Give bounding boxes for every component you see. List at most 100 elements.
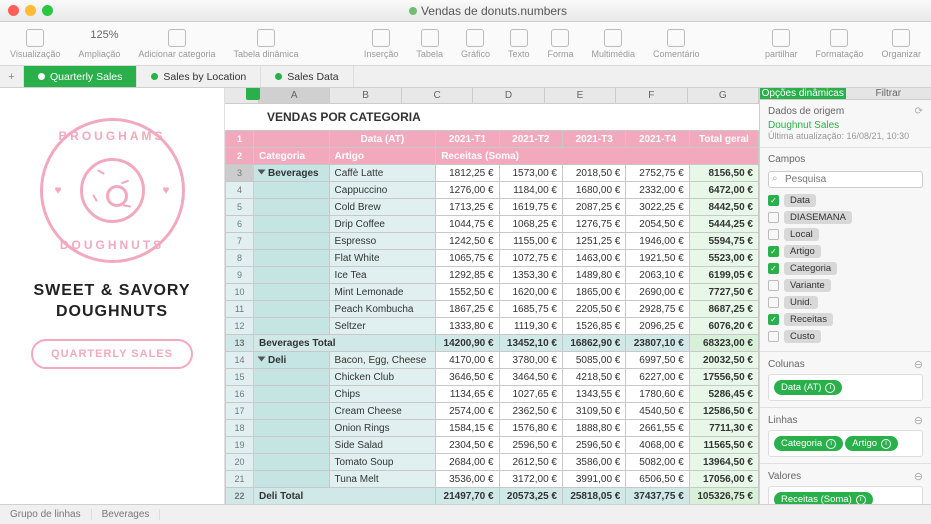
checkbox[interactable]	[768, 297, 779, 308]
column-header[interactable]: B	[330, 88, 401, 103]
info-icon[interactable]: i	[826, 439, 836, 449]
column-header[interactable]: E	[545, 88, 616, 103]
field-pill[interactable]: Custo	[784, 330, 821, 343]
row-number[interactable]: 7	[226, 233, 254, 250]
field-row[interactable]: Custo	[768, 328, 923, 345]
row-number[interactable]: 22	[226, 488, 254, 505]
add-sheet-button[interactable]: +	[0, 66, 24, 87]
table-row[interactable]: 6Drip Coffee1044,75 €1068,25 €1276,75 €2…	[226, 216, 759, 233]
insert-button[interactable]: Inserção	[364, 29, 399, 59]
info-icon[interactable]: i	[856, 495, 866, 505]
info-icon[interactable]: i	[825, 383, 835, 393]
add-category-button[interactable]: Adicionar categoria	[138, 29, 215, 59]
field-chip[interactable]: Artigo i	[845, 436, 898, 451]
row-number[interactable]: 12	[226, 318, 254, 335]
organize-button[interactable]: Organizar	[881, 29, 921, 59]
row-number[interactable]: 3	[226, 165, 254, 182]
checkbox[interactable]	[768, 212, 779, 223]
minimize-icon[interactable]	[25, 5, 36, 16]
checkbox[interactable]: ✓	[768, 246, 779, 257]
row-number[interactable]: 20	[226, 454, 254, 471]
field-row[interactable]: ✓ Categoria	[768, 260, 923, 277]
tab-filter[interactable]: Filtrar	[846, 88, 931, 100]
select-all-corner[interactable]	[225, 88, 259, 103]
table-row[interactable]: 16Chips1134,65 €1027,65 €1343,55 €1780,6…	[226, 386, 759, 403]
field-row[interactable]: ✓ Artigo	[768, 243, 923, 260]
source-link[interactable]: Doughnut Sales	[768, 120, 923, 131]
shape-button[interactable]: Forma	[547, 29, 573, 59]
row-number[interactable]: 17	[226, 403, 254, 420]
row-number[interactable]: 6	[226, 216, 254, 233]
row-number[interactable]: 11	[226, 301, 254, 318]
zoom-icon[interactable]	[42, 5, 53, 16]
tab-pivot-options[interactable]: Opções dinâmicas	[760, 88, 846, 100]
table-row[interactable]: 14DeliBacon, Egg, Cheese4170,00 €3780,00…	[226, 352, 759, 369]
row-number[interactable]: 8	[226, 250, 254, 267]
column-header[interactable]: D	[473, 88, 544, 103]
info-icon[interactable]: i	[881, 439, 891, 449]
field-pill[interactable]: Categoria	[784, 262, 837, 275]
chart-button[interactable]: Gráfico	[461, 29, 490, 59]
field-chip[interactable]: Receitas (Soma) i	[774, 492, 873, 504]
field-pill[interactable]: Receitas	[784, 313, 833, 326]
pivot-table-button[interactable]: Tabela dinâmica	[233, 29, 298, 59]
field-pill[interactable]: Data	[784, 194, 816, 207]
disclosure-icon[interactable]	[258, 169, 266, 174]
row-number[interactable]: 18	[226, 420, 254, 437]
field-pill[interactable]: Variante	[784, 279, 831, 292]
table-row[interactable]: 19Side Salad2304,50 €2596,50 €2596,50 €4…	[226, 437, 759, 454]
table-row[interactable]: 18Onion Rings1584,15 €1576,80 €1888,80 €…	[226, 420, 759, 437]
subtotal-row[interactable]: 13Beverages Total14200,90 €13452,10 €168…	[226, 335, 759, 352]
field-row[interactable]: Local	[768, 226, 923, 243]
sheet-tab[interactable]: Quarterly Sales	[24, 66, 137, 87]
disclosure-icon[interactable]	[258, 356, 266, 361]
table-row[interactable]: 10Mint Lemonade1552,50 €1620,00 €1865,00…	[226, 284, 759, 301]
table-row[interactable]: 7Espresso1242,50 €1155,00 €1251,25 €1946…	[226, 233, 759, 250]
field-row[interactable]: ✓ Receitas	[768, 311, 923, 328]
table-row[interactable]: 4Cappuccino1276,00 €1184,00 €1680,00 €23…	[226, 182, 759, 199]
table-row[interactable]: 5Cold Brew1713,25 €1619,75 €2087,25 €302…	[226, 199, 759, 216]
columns-dropzone[interactable]: Data (AT) i	[768, 374, 923, 401]
checkbox[interactable]	[768, 229, 779, 240]
row-number[interactable]: 21	[226, 471, 254, 488]
table-grid[interactable]: 1Data (AT)2021-T12021-T22021-T32021-T4To…	[225, 130, 759, 504]
field-chip[interactable]: Data (AT) i	[774, 380, 842, 395]
row-number[interactable]: 16	[226, 386, 254, 403]
text-button[interactable]: Texto	[508, 29, 530, 59]
sheet-tab[interactable]: Sales by Location	[137, 66, 261, 87]
row-number[interactable]: 4	[226, 182, 254, 199]
table-row[interactable]: 21Tuna Melt3536,00 €3172,00 €3991,00 €65…	[226, 471, 759, 488]
media-button[interactable]: Multimédia	[592, 29, 636, 59]
row-number[interactable]: 13	[226, 335, 254, 352]
field-chip[interactable]: Categoria i	[774, 436, 843, 451]
zoom-dropdown[interactable]: 125%Ampliação	[78, 29, 120, 59]
refresh-icon[interactable]: ⟳	[915, 106, 923, 117]
sheet-tab[interactable]: Sales Data	[261, 66, 353, 87]
table-row[interactable]: 15Chicken Club3646,50 €3464,50 €4218,50 …	[226, 369, 759, 386]
checkbox[interactable]: ✓	[768, 263, 779, 274]
checkbox[interactable]	[768, 331, 779, 342]
row-number[interactable]: 19	[226, 437, 254, 454]
field-pill[interactable]: Artigo	[784, 245, 821, 258]
collapse-icon[interactable]: ⊖	[914, 470, 923, 483]
checkbox[interactable]	[768, 280, 779, 291]
view-button[interactable]: Visualização	[10, 29, 60, 59]
checkbox[interactable]: ✓	[768, 314, 779, 325]
share-button[interactable]: partilhar	[765, 29, 798, 59]
table-row[interactable]: 8Flat White1065,75 €1072,75 €1463,00 €19…	[226, 250, 759, 267]
column-header[interactable]: G	[688, 88, 759, 103]
collapse-icon[interactable]: ⊖	[914, 358, 923, 371]
row-number[interactable]: 1	[226, 131, 254, 148]
comment-button[interactable]: Comentário	[653, 29, 700, 59]
subtotal-row[interactable]: 22Deli Total21497,70 €20573,25 €25818,05…	[226, 488, 759, 505]
column-header[interactable]: F	[616, 88, 687, 103]
row-number[interactable]: 2	[226, 148, 254, 165]
field-row[interactable]: Variante	[768, 277, 923, 294]
table-row[interactable]: 20Tomato Soup2684,00 €2612,50 €3586,00 €…	[226, 454, 759, 471]
row-number[interactable]: 14	[226, 352, 254, 369]
row-number[interactable]: 9	[226, 267, 254, 284]
field-row[interactable]: Unid.	[768, 294, 923, 311]
table-row[interactable]: 9Ice Tea1292,85 €1353,30 €1489,80 €2063,…	[226, 267, 759, 284]
row-number[interactable]: 15	[226, 369, 254, 386]
table-row[interactable]: 12Seltzer1333,80 €1119,30 €1526,85 €2096…	[226, 318, 759, 335]
